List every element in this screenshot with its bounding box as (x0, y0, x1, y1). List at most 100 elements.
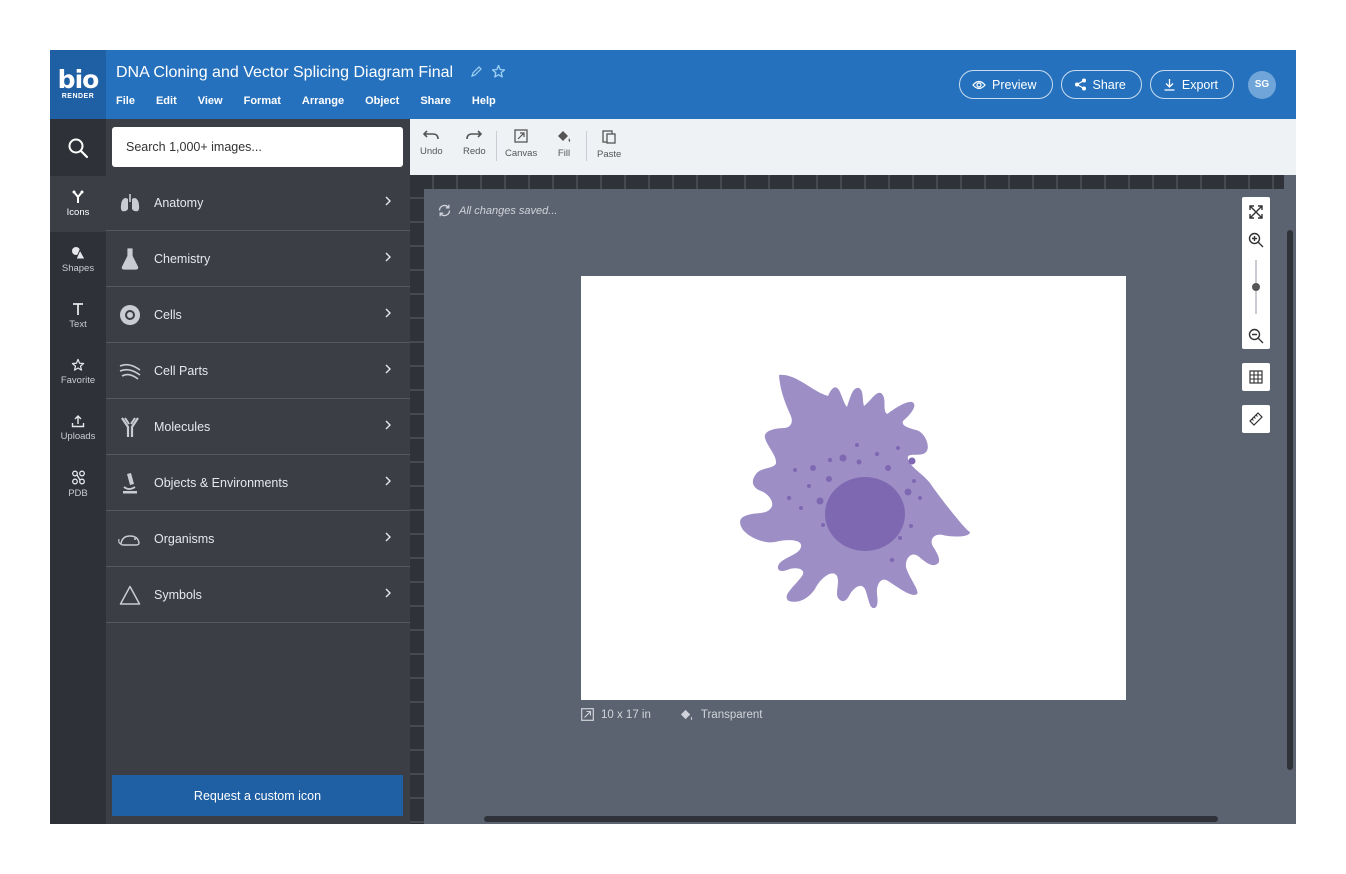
biorender-logo[interactable]: bio RENDER (50, 50, 106, 119)
export-button[interactable]: Export (1149, 70, 1234, 99)
chevron-right-icon (385, 532, 391, 542)
category-organisms[interactable]: Organisms (106, 511, 410, 567)
star-icon[interactable] (491, 64, 506, 84)
category-symbols-label: Symbols (154, 587, 202, 602)
header: bio RENDER DNA Cloning and Vector Splici… (50, 50, 1296, 119)
category-cells[interactable]: Cells (106, 287, 410, 343)
cell-icon (118, 303, 142, 327)
export-label: Export (1181, 77, 1218, 92)
header-actions: Preview Share Export SG (959, 70, 1276, 99)
category-anatomy-label: Anatomy (154, 195, 204, 210)
logo-sub: RENDER (61, 92, 95, 100)
share-label: Share (1092, 77, 1126, 92)
rail-search-button[interactable] (50, 119, 106, 176)
canvas-info-bar: 10 x 17 in Transparent (581, 708, 762, 721)
lungs-icon (118, 191, 142, 215)
zoom-controls (1242, 197, 1270, 349)
category-molecules[interactable]: Molecules (106, 399, 410, 455)
rail-pdb[interactable]: PDB (50, 456, 106, 512)
chevron-right-icon (385, 420, 391, 430)
canvas-workspace[interactable]: All changes saved... 10 x 17 in Transpar… (424, 189, 1284, 814)
ruler-icon (1249, 412, 1263, 426)
resize-icon (514, 129, 528, 143)
favorite-star-icon (71, 358, 85, 371)
chevron-right-icon (385, 196, 391, 206)
preview-label: Preview (992, 77, 1037, 92)
rail-uploads[interactable]: Uploads (50, 400, 106, 456)
microscope-icon (118, 471, 142, 495)
cell-parts-icon (118, 359, 142, 383)
canvas-label: Canvas (505, 148, 538, 159)
category-symbols[interactable]: Symbols (106, 567, 410, 623)
rail-shapes-label: Shapes (61, 263, 95, 274)
artboard[interactable] (581, 276, 1126, 700)
user-avatar[interactable]: SG (1248, 70, 1276, 99)
share-button[interactable]: Share (1060, 70, 1142, 99)
request-custom-icon-button[interactable]: Request a custom icon (112, 775, 403, 816)
category-chemistry[interactable]: Chemistry (106, 231, 410, 287)
rail-favorite-label: Favorite (60, 375, 96, 386)
pencil-icon[interactable] (470, 65, 483, 83)
menu-view[interactable]: View (198, 95, 223, 107)
category-objects-environments[interactable]: Objects & Environments (106, 455, 410, 511)
menu-file[interactable]: File (116, 95, 135, 107)
rail-favorite[interactable]: Favorite (50, 344, 106, 400)
macrophage-cell-illustration[interactable] (581, 276, 1126, 700)
fit-screen-icon[interactable] (1248, 204, 1264, 220)
zoom-in-icon[interactable] (1248, 232, 1264, 248)
rail-text-label: Text (69, 319, 87, 330)
grid-toggle-button[interactable] (1242, 363, 1270, 391)
zoom-slider-handle[interactable] (1252, 283, 1260, 291)
biorender-app: bio RENDER DNA Cloning and Vector Splici… (50, 50, 1296, 824)
eye-icon (972, 80, 986, 89)
horizontal-scrollbar[interactable] (484, 816, 1218, 822)
paint-bucket-icon (680, 709, 693, 721)
save-status-text: All changes saved... (459, 204, 558, 217)
paste-button[interactable]: Paste (597, 129, 621, 160)
redo-icon (466, 130, 483, 140)
rail-text[interactable]: Text (50, 288, 106, 344)
category-cell-parts[interactable]: Cell Parts (106, 343, 410, 399)
undo-button[interactable]: Undo (420, 129, 443, 157)
redo-button[interactable]: Redo (463, 129, 486, 157)
rail-icons[interactable]: Icons (50, 176, 106, 232)
category-chemistry-label: Chemistry (154, 251, 211, 266)
search-box[interactable] (112, 127, 403, 167)
menu-arrange[interactable]: Arrange (302, 95, 344, 107)
fill-button[interactable]: Fill (556, 129, 572, 159)
category-anatomy[interactable]: Anatomy (106, 175, 410, 231)
zoom-out-icon[interactable] (1248, 328, 1264, 344)
document-title[interactable]: DNA Cloning and Vector Splicing Diagram … (116, 64, 453, 82)
preview-button[interactable]: Preview (959, 70, 1053, 99)
search-icon (68, 138, 89, 158)
rail-shapes[interactable]: Shapes (50, 232, 106, 288)
pdb-icon (71, 470, 85, 484)
flask-icon (118, 247, 142, 271)
text-icon (73, 303, 83, 315)
toolbar-separator (586, 131, 587, 161)
resize-icon (581, 708, 594, 721)
menu-format[interactable]: Format (244, 95, 281, 107)
ruler-toggle-button[interactable] (1242, 405, 1270, 433)
antibody-icon (118, 415, 142, 439)
search-input[interactable] (126, 140, 386, 154)
title-icons (470, 64, 506, 84)
vertical-scrollbar[interactable] (1287, 230, 1293, 770)
category-molecules-label: Molecules (154, 419, 211, 434)
canvas-button[interactable]: Canvas (505, 129, 537, 159)
menu-edit[interactable]: Edit (156, 95, 177, 107)
rail-pdb-label: PDB (68, 487, 88, 499)
menu-help[interactable]: Help (472, 95, 496, 107)
menu-share[interactable]: Share (420, 95, 451, 107)
canvas-background[interactable]: Transparent (679, 708, 763, 721)
canvas-background-text: Transparent (700, 708, 763, 721)
download-icon (1164, 79, 1175, 91)
menu-bar: File Edit View Format Arrange Object Sha… (116, 95, 517, 107)
chevron-right-icon (385, 364, 391, 374)
logo-mark: bio (57, 64, 100, 94)
tool-rail: Icons Shapes Text Favorite Uploads PDB (50, 119, 106, 824)
menu-object[interactable]: Object (365, 95, 399, 107)
mouse-icon (118, 527, 142, 551)
canvas-size[interactable]: 10 x 17 in (581, 708, 651, 721)
paint-bucket-icon (558, 131, 571, 142)
